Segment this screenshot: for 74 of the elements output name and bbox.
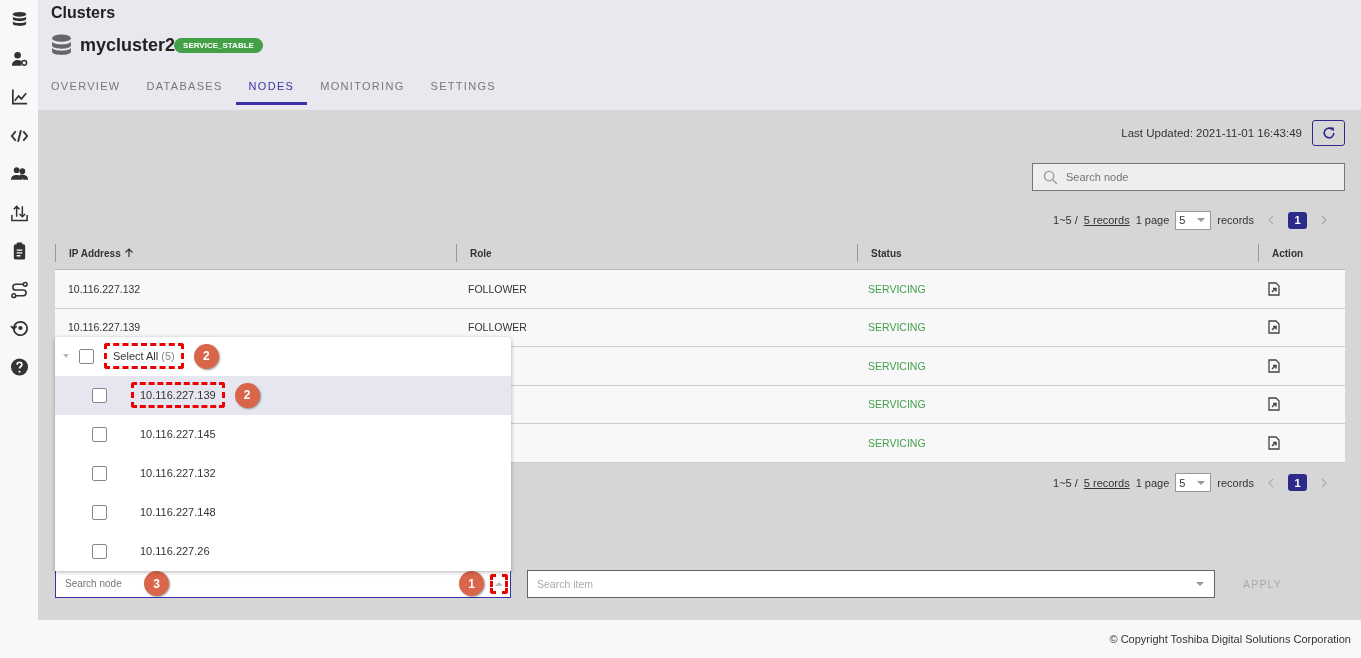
tab[interactable]: NODES — [235, 69, 308, 105]
page-size-select[interactable]: 5 — [1175, 210, 1212, 230]
tab[interactable]: DATABASES — [133, 69, 236, 105]
table-cell: 10.116.227.139 — [68, 321, 141, 334]
search-field[interactable]: Search node — [1032, 163, 1345, 191]
database-icon — [51, 33, 72, 57]
callout-number: 1 — [459, 571, 484, 596]
last-updated-text: Last Updated: 2021-11-01 16:43:49 — [1121, 127, 1302, 139]
help-icon[interactable] — [9, 356, 29, 377]
tab[interactable]: OVERVIEW — [38, 69, 134, 105]
table-cell: FOLLOWER — [468, 282, 527, 295]
tab[interactable]: SETTINGS — [417, 69, 509, 105]
status-text: SERVICING — [868, 282, 926, 295]
column-header[interactable]: Action — [1272, 247, 1304, 259]
open-document-icon[interactable] — [1268, 320, 1280, 335]
status-text: SERVICING — [868, 359, 926, 372]
checkbox[interactable] — [92, 426, 107, 442]
restore-icon[interactable] — [9, 318, 29, 338]
records-label: records — [1217, 214, 1254, 226]
checkbox[interactable] — [92, 543, 107, 559]
open-document-icon[interactable] — [1268, 358, 1280, 373]
tab[interactable]: MONITORING — [307, 69, 418, 105]
page-size-label: 1 page — [1135, 476, 1170, 489]
page-size-select[interactable]: 5 — [1175, 473, 1212, 492]
range-text: 1~5 / — [1053, 476, 1078, 489]
checkbox[interactable] — [92, 387, 107, 403]
records-link[interactable]: 5 records — [1083, 214, 1130, 226]
callout-number: 3 — [144, 571, 169, 596]
column-header[interactable]: Status — [871, 247, 902, 259]
dropdown-option[interactable]: 10.116.227.139 2 — [55, 375, 511, 415]
open-document-icon[interactable] — [1268, 397, 1280, 412]
dropdown-option[interactable]: 10.116.227.132 — [55, 453, 511, 493]
dropdown-option[interactable]: 10.116.227.26 — [55, 531, 511, 571]
transfer-icon[interactable] — [9, 202, 29, 223]
cluster-name: mycluster2 — [80, 34, 176, 56]
callout-number: 2 — [193, 343, 219, 369]
status-text: SERVICING — [868, 398, 926, 411]
copyright-text: © Copyright Toshiba Digital Solutions Corporation — [1109, 633, 1351, 645]
status-text: SERVICING — [868, 436, 926, 449]
line-chart-icon[interactable] — [9, 87, 29, 107]
route-icon[interactable] — [9, 279, 29, 300]
range-text: 1~5 / — [1053, 214, 1078, 226]
option-label: 10.116.227.145 — [139, 427, 217, 442]
page-button[interactable]: 1 — [1288, 474, 1307, 491]
status-text: SERVICING — [868, 321, 926, 334]
page-title: Clusters — [51, 3, 117, 22]
page-button[interactable]: 1 — [1288, 211, 1307, 229]
option-label: 10.116.227.148 — [139, 505, 217, 520]
sort-arrow-icon[interactable] — [123, 248, 134, 258]
refresh-icon — [1320, 125, 1337, 141]
records-link[interactable]: 5 records — [1083, 476, 1130, 489]
search-input[interactable]: Search node — [1064, 170, 1344, 184]
checkbox[interactable] — [92, 504, 107, 520]
table-cell: 10.116.227.132 — [68, 282, 141, 295]
select-all-option[interactable]: Select All (5) — [104, 343, 184, 369]
column-header[interactable]: Role — [470, 247, 492, 259]
open-document-icon[interactable] — [1268, 435, 1280, 450]
records-label: records — [1217, 476, 1254, 489]
table-cell: FOLLOWER — [468, 321, 527, 334]
callout-number: 2 — [234, 382, 260, 408]
checkbox[interactable] — [92, 465, 107, 481]
option-label: 10.116.227.26 — [139, 544, 211, 559]
dropdown-option[interactable]: 10.116.227.148 — [55, 492, 511, 532]
option-label: 10.116.227.132 — [139, 466, 217, 481]
option-label: 10.116.227.139 — [131, 382, 225, 408]
collapse-caret-icon[interactable] — [490, 573, 508, 594]
checkbox[interactable] — [79, 348, 94, 364]
status-badge: SERVICE_STABLE — [174, 37, 263, 53]
column-header[interactable]: IP Address — [69, 247, 134, 259]
open-document-icon[interactable] — [1268, 281, 1280, 296]
dropdown-option[interactable]: 10.116.227.145 — [55, 414, 511, 454]
search-icon — [1043, 169, 1058, 185]
refresh-button[interactable] — [1312, 120, 1345, 146]
page-size-label: 1 page — [1135, 214, 1170, 226]
